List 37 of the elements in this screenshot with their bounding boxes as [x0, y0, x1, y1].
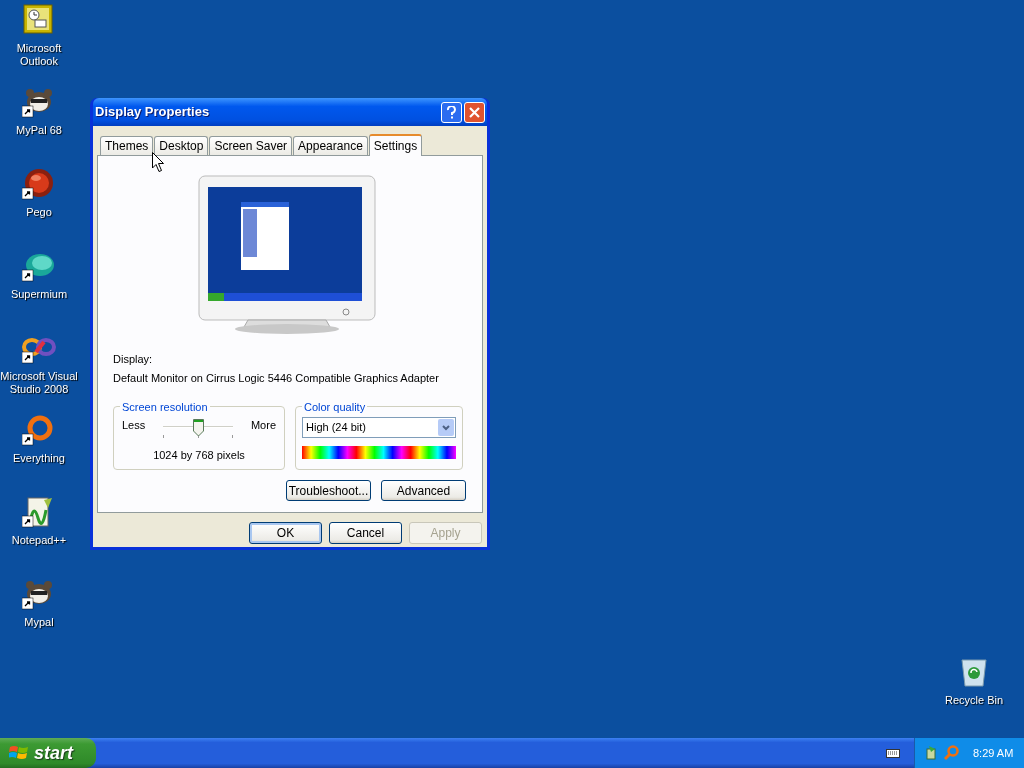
max-label: More — [250, 418, 276, 433]
desktop-icon-label[interactable]: MyPal 68 — [16, 124, 62, 137]
dialog-button[interactable]: Cancel — [329, 522, 402, 544]
min-label: Less — [122, 418, 146, 433]
windows-logo-icon — [9, 744, 29, 762]
clock: 8:29 AM — [973, 745, 1014, 761]
recycle-bin-icon — [959, 656, 989, 688]
network-icon[interactable] — [925, 745, 939, 761]
help-button[interactable] — [441, 101, 462, 123]
keyboard-icon[interactable] — [886, 748, 900, 758]
tab[interactable]: Themes — [100, 136, 154, 155]
dialog-button[interactable]: OK — [249, 522, 322, 544]
display-label: Display: — [113, 352, 154, 367]
tab[interactable]: Desktop — [154, 136, 209, 155]
desktop-icon-label[interactable]: Supermium — [10, 288, 68, 301]
desktop-icon-label[interactable]: Pego — [26, 206, 52, 219]
tab[interactable]: Settings — [368, 134, 423, 156]
slider-thumb[interactable] — [193, 419, 205, 437]
window-title: Display Properties — [95, 103, 210, 122]
chevron-down-icon — [442, 424, 450, 431]
panel-button[interactable]: Troubleshoot... — [286, 480, 371, 501]
desktop-icon-label[interactable]: Mypal — [24, 616, 54, 629]
question-mark-icon — [447, 105, 456, 119]
desktop-icon-label[interactable]: Everything — [13, 452, 65, 465]
desktop-icon-label[interactable]: Microsoft Visual Studio 2008 — [0, 370, 78, 396]
tab[interactable]: Appearance — [293, 136, 368, 155]
panel-button[interactable]: Advanced — [381, 480, 466, 501]
desktop-icon-label[interactable]: Recycle Bin — [944, 692, 1004, 709]
start-button[interactable]: start — [0, 738, 96, 768]
color-quality-dropdown[interactable]: High (24 bit) — [302, 417, 456, 438]
close-button[interactable] — [464, 101, 485, 123]
desktop-icon-label[interactable]: Notepad++ — [11, 534, 67, 547]
close-icon — [469, 106, 480, 118]
display-value: Default Monitor on Cirrus Logic 5446 Compatible Graphics Adapter — [113, 370, 440, 386]
tab[interactable]: Screen Saver — [209, 136, 293, 155]
desktop-icon-label[interactable]: Microsoft Outlook — [0, 42, 78, 68]
resolution-reading: 1024 by 768 pixels — [153, 448, 245, 463]
